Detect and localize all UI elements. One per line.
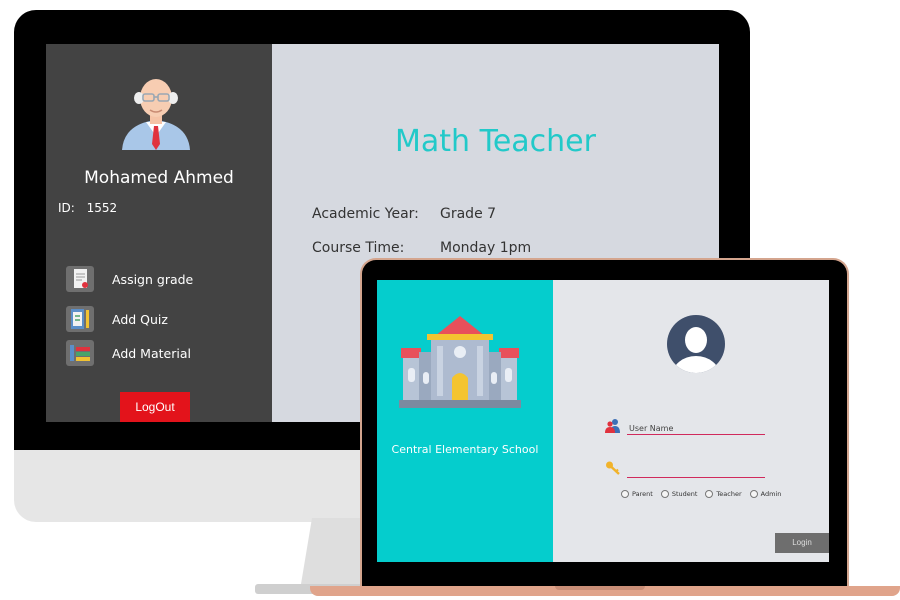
- teacher-sidebar: Mohamed Ahmed ID: 1552 Assign grade Add …: [46, 44, 272, 422]
- radio-label: Student: [671, 490, 698, 498]
- document-icon: [66, 266, 94, 292]
- login-screen: Central Elementary School User Name Pare…: [377, 280, 829, 562]
- school-building-icon: [399, 312, 521, 410]
- teacher-name: Mohamed Ahmed: [84, 168, 234, 188]
- academic-year-label: Academic Year:: [312, 206, 419, 222]
- password-input[interactable]: [627, 467, 765, 476]
- user-avatar-icon: [666, 314, 726, 374]
- role-selector: Parent Student Teacher Admin: [621, 490, 789, 498]
- course-time-row: Course Time: Monday 1pm: [312, 240, 531, 256]
- radio-teacher[interactable]: Teacher: [705, 490, 742, 498]
- radio-circle-icon: [749, 490, 758, 498]
- menu-item-label: Add Material: [112, 345, 191, 361]
- menu-item-label: Add Quiz: [112, 311, 168, 327]
- radio-circle-icon: [705, 490, 714, 498]
- key-icon: [605, 460, 621, 476]
- login-form-panel: Parent Student Teacher Admin Login: [553, 280, 829, 562]
- radio-circle-icon: [621, 490, 629, 498]
- course-time-label: Course Time:: [312, 240, 405, 256]
- menu-item-add-quiz[interactable]: Add Quiz: [66, 306, 168, 332]
- menu-item-assign-grade[interactable]: Assign grade: [66, 266, 193, 292]
- clipboard-icon: [66, 306, 94, 332]
- teacher-id-value: 1552: [86, 201, 118, 215]
- radio-label: Admin: [760, 490, 782, 498]
- radio-label: Teacher: [716, 490, 742, 498]
- teacher-avatar-icon: [116, 70, 196, 150]
- radio-student[interactable]: Student: [660, 490, 698, 498]
- login-button[interactable]: Login: [775, 533, 829, 553]
- radio-admin[interactable]: Admin: [749, 490, 782, 498]
- menu-item-add-material[interactable]: Add Material: [66, 340, 191, 366]
- books-icon: [66, 340, 94, 366]
- password-field: [627, 459, 765, 478]
- role-title: Math Teacher: [395, 124, 596, 159]
- username-input[interactable]: [627, 424, 765, 433]
- academic-year-value: Grade 7: [440, 206, 497, 222]
- academic-year-row: Academic Year: Grade 7: [312, 206, 496, 222]
- radio-parent[interactable]: Parent: [621, 490, 653, 498]
- school-panel: Central Elementary School: [377, 280, 553, 562]
- users-icon: [605, 417, 621, 433]
- laptop-notch: [555, 586, 645, 590]
- menu-item-label: Assign grade: [112, 271, 194, 287]
- teacher-id-label: ID:: [58, 201, 75, 215]
- radio-label: Parent: [632, 490, 653, 498]
- radio-circle-icon: [660, 490, 669, 498]
- username-field: [627, 416, 765, 435]
- teacher-id: ID: 1552: [58, 201, 125, 215]
- logout-button[interactable]: LogOut: [120, 392, 190, 422]
- school-name: Central Elementary School: [391, 443, 539, 456]
- course-time-value: Monday 1pm: [440, 240, 532, 256]
